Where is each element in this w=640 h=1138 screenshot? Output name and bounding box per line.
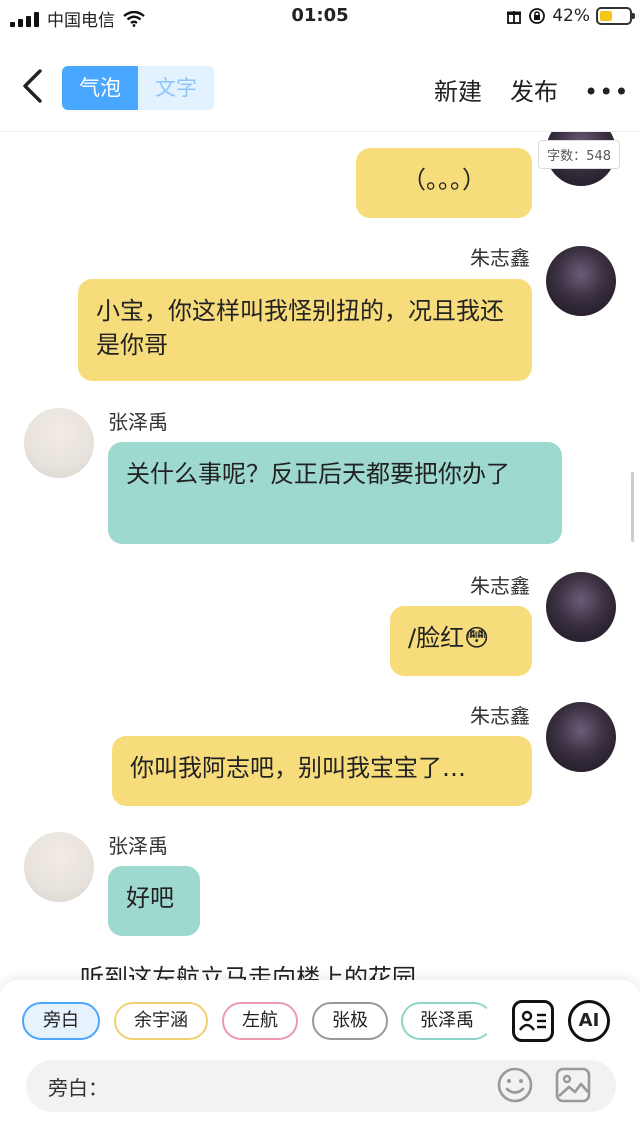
avatar[interactable]: [546, 572, 616, 642]
input-speaker-label: 旁白：: [48, 1076, 108, 1100]
message-bubble[interactable]: 你叫我阿志吧，别叫我宝宝了…: [112, 736, 532, 806]
battery-fill: [600, 11, 612, 21]
publish-button[interactable]: 发布: [510, 72, 558, 107]
word-count-badge: 字数：548: [538, 140, 620, 169]
scrollbar[interactable]: [631, 472, 634, 542]
speaker-name: 朱志鑫: [470, 704, 530, 728]
tab-text[interactable]: 文字: [138, 66, 214, 110]
avatar[interactable]: [546, 246, 616, 316]
back-arrow-icon[interactable]: [18, 68, 48, 104]
message-bubble[interactable]: 关什么事呢？反正后天都要把你办了: [108, 442, 562, 544]
speaker-name: 朱志鑫: [470, 246, 530, 270]
speaker-name: 张泽禹: [108, 410, 168, 434]
message-bubble[interactable]: 好吧: [108, 866, 200, 936]
avatar[interactable]: [546, 702, 616, 772]
narration-text[interactable]: 听到这左航立马走向楼上的花园: [80, 958, 416, 980]
avatar[interactable]: [24, 408, 94, 478]
more-menu-button[interactable]: •••: [584, 78, 629, 106]
speaker-name: 张泽禹: [108, 834, 168, 858]
speaker-name: 朱志鑫: [470, 574, 530, 598]
avatar[interactable]: [24, 832, 94, 902]
ai-button[interactable]: AI: [568, 1000, 610, 1042]
character-chip-narrator[interactable]: 旁白: [22, 1002, 100, 1040]
status-bar: 中国电信 01:05 42%: [0, 0, 640, 34]
character-list-button[interactable]: [512, 1000, 554, 1042]
battery-percent: 42%: [552, 6, 590, 26]
mode-segmented-control: 气泡 文字: [62, 66, 214, 110]
battery-icon: [596, 7, 635, 25]
status-right: 42%: [506, 6, 635, 26]
contact-card-icon: [519, 1010, 546, 1031]
message-bubble[interactable]: （。。。）: [356, 148, 532, 218]
message-bubble[interactable]: /脸红😳: [390, 606, 532, 676]
character-chip[interactable]: 张极: [312, 1002, 388, 1040]
character-chip[interactable]: 左航: [222, 1002, 298, 1040]
image-icon[interactable]: [554, 1066, 592, 1104]
top-navbar: 气泡 文字 新建 发布 •••: [0, 34, 640, 132]
tab-bubble[interactable]: 气泡: [62, 66, 138, 110]
message-input[interactable]: 旁白：: [26, 1060, 616, 1112]
emoji-icon[interactable]: [496, 1066, 534, 1104]
character-chip[interactable]: 余宇涵: [114, 1002, 208, 1040]
composer-panel: 旁白 余宇涵 左航 张极 张泽禹 AI 旁白：: [0, 980, 640, 1138]
message-bubble[interactable]: 小宝，你这样叫我怪别扭的，况且我还是你哥: [78, 279, 532, 381]
gift-icon: [507, 11, 522, 24]
rotation-lock-icon: [529, 8, 546, 24]
new-button[interactable]: 新建: [434, 72, 482, 107]
character-chip[interactable]: 张泽禹: [401, 1002, 493, 1040]
chat-area[interactable]: 字数：548 （。。。） 朱志鑫 小宝，你这样叫我怪别扭的，况且我还是你哥 张泽…: [0, 132, 640, 980]
